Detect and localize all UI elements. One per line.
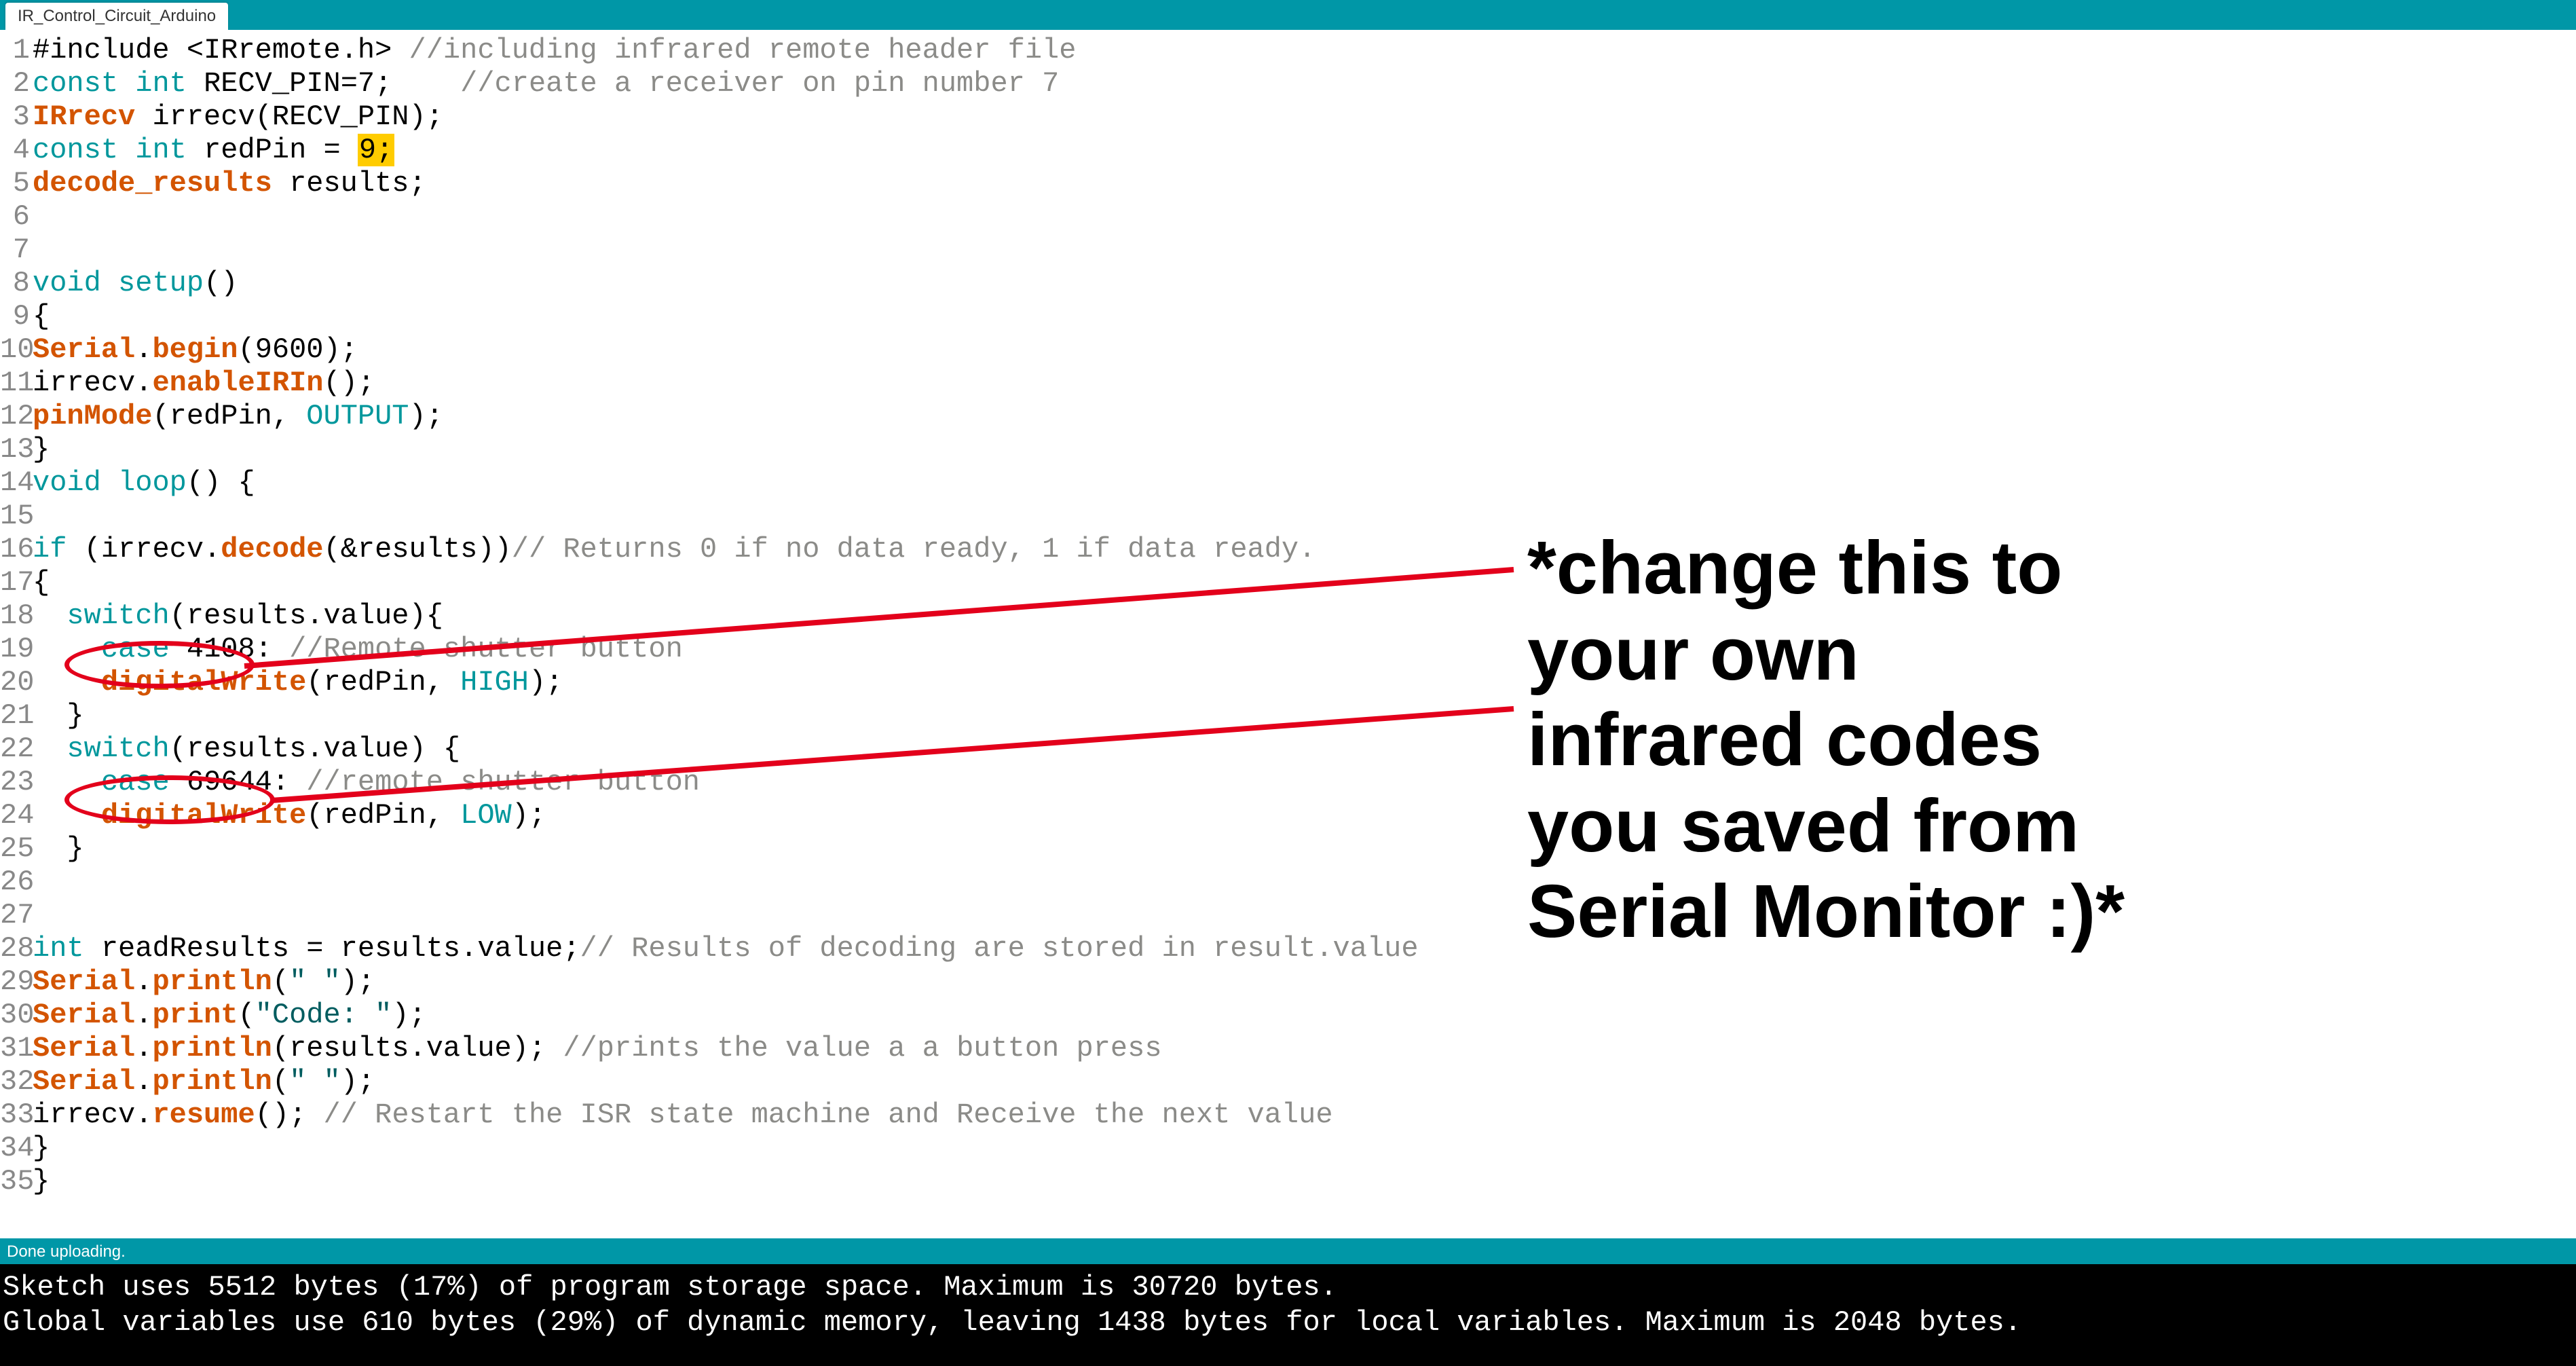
code-line[interactable]: Serial.println(" "); (33, 1065, 2576, 1099)
file-tab[interactable]: IR_Control_Circuit_Arduino (5, 3, 228, 30)
code-line[interactable]: { (33, 566, 2576, 599)
code-area[interactable]: #include <IRremote.h> //including infrar… (33, 30, 2576, 1238)
code-line[interactable]: switch(results.value){ (33, 599, 2576, 633)
code-line[interactable]: decode_results results; (33, 167, 2576, 200)
code-line[interactable]: Serial.println(" "); (33, 965, 2576, 999)
code-line[interactable]: switch(results.value) { (33, 733, 2576, 766)
code-line[interactable]: #include <IRremote.h> //including infrar… (33, 34, 2576, 67)
code-line[interactable]: irrecv.enableIRIn(); (33, 367, 2576, 400)
code-line[interactable] (33, 500, 2576, 533)
output-console[interactable]: Sketch uses 5512 bytes (17%) of program … (0, 1264, 2576, 1366)
code-line[interactable]: digitalWrite(redPin, LOW); (33, 799, 2576, 832)
code-line[interactable]: Serial.print("Code: "); (33, 999, 2576, 1032)
code-line[interactable]: irrecv.resume(); // Restart the ISR stat… (33, 1099, 2576, 1132)
code-line[interactable]: Serial.begin(9600); (33, 333, 2576, 367)
code-line[interactable]: } (33, 699, 2576, 733)
code-line[interactable] (33, 866, 2576, 899)
code-line[interactable]: digitalWrite(redPin, HIGH); (33, 666, 2576, 699)
code-line[interactable] (33, 234, 2576, 267)
code-line[interactable]: void loop() { (33, 466, 2576, 500)
code-line[interactable]: case 69644: //remote shutter button (33, 766, 2576, 799)
code-line[interactable]: } (33, 433, 2576, 466)
title-bar (0, 0, 2576, 30)
code-line[interactable]: pinMode(redPin, OUTPUT); (33, 400, 2576, 433)
status-bar: Done uploading. (0, 1238, 2576, 1264)
code-line[interactable]: IRrecv irrecv(RECV_PIN); (33, 100, 2576, 134)
editor[interactable]: 1234567891011121314151617181920212223242… (0, 30, 2576, 1238)
code-line[interactable]: void setup() (33, 267, 2576, 300)
code-line[interactable]: { (33, 300, 2576, 333)
code-line[interactable]: } (33, 1132, 2576, 1165)
code-line[interactable] (33, 899, 2576, 932)
code-line[interactable]: Serial.println(results.value); //prints … (33, 1032, 2576, 1065)
code-line[interactable] (33, 200, 2576, 234)
console-line: Sketch uses 5512 bytes (17%) of program … (3, 1270, 2573, 1305)
code-line[interactable]: if (irrecv.decode(&results))// Returns 0… (33, 533, 2576, 566)
code-line[interactable]: case 4108: //Remote shutter button (33, 633, 2576, 666)
code-line[interactable]: const int RECV_PIN=7; //create a receive… (33, 67, 2576, 100)
code-line[interactable]: int readResults = results.value;// Resul… (33, 932, 2576, 965)
console-line: Global variables use 610 bytes (29%) of … (3, 1305, 2573, 1340)
code-line[interactable]: const int redPin = 9; (33, 134, 2576, 167)
line-numbers: 1234567891011121314151617181920212223242… (0, 30, 33, 1238)
code-line[interactable]: } (33, 832, 2576, 866)
code-line[interactable]: } (33, 1165, 2576, 1198)
